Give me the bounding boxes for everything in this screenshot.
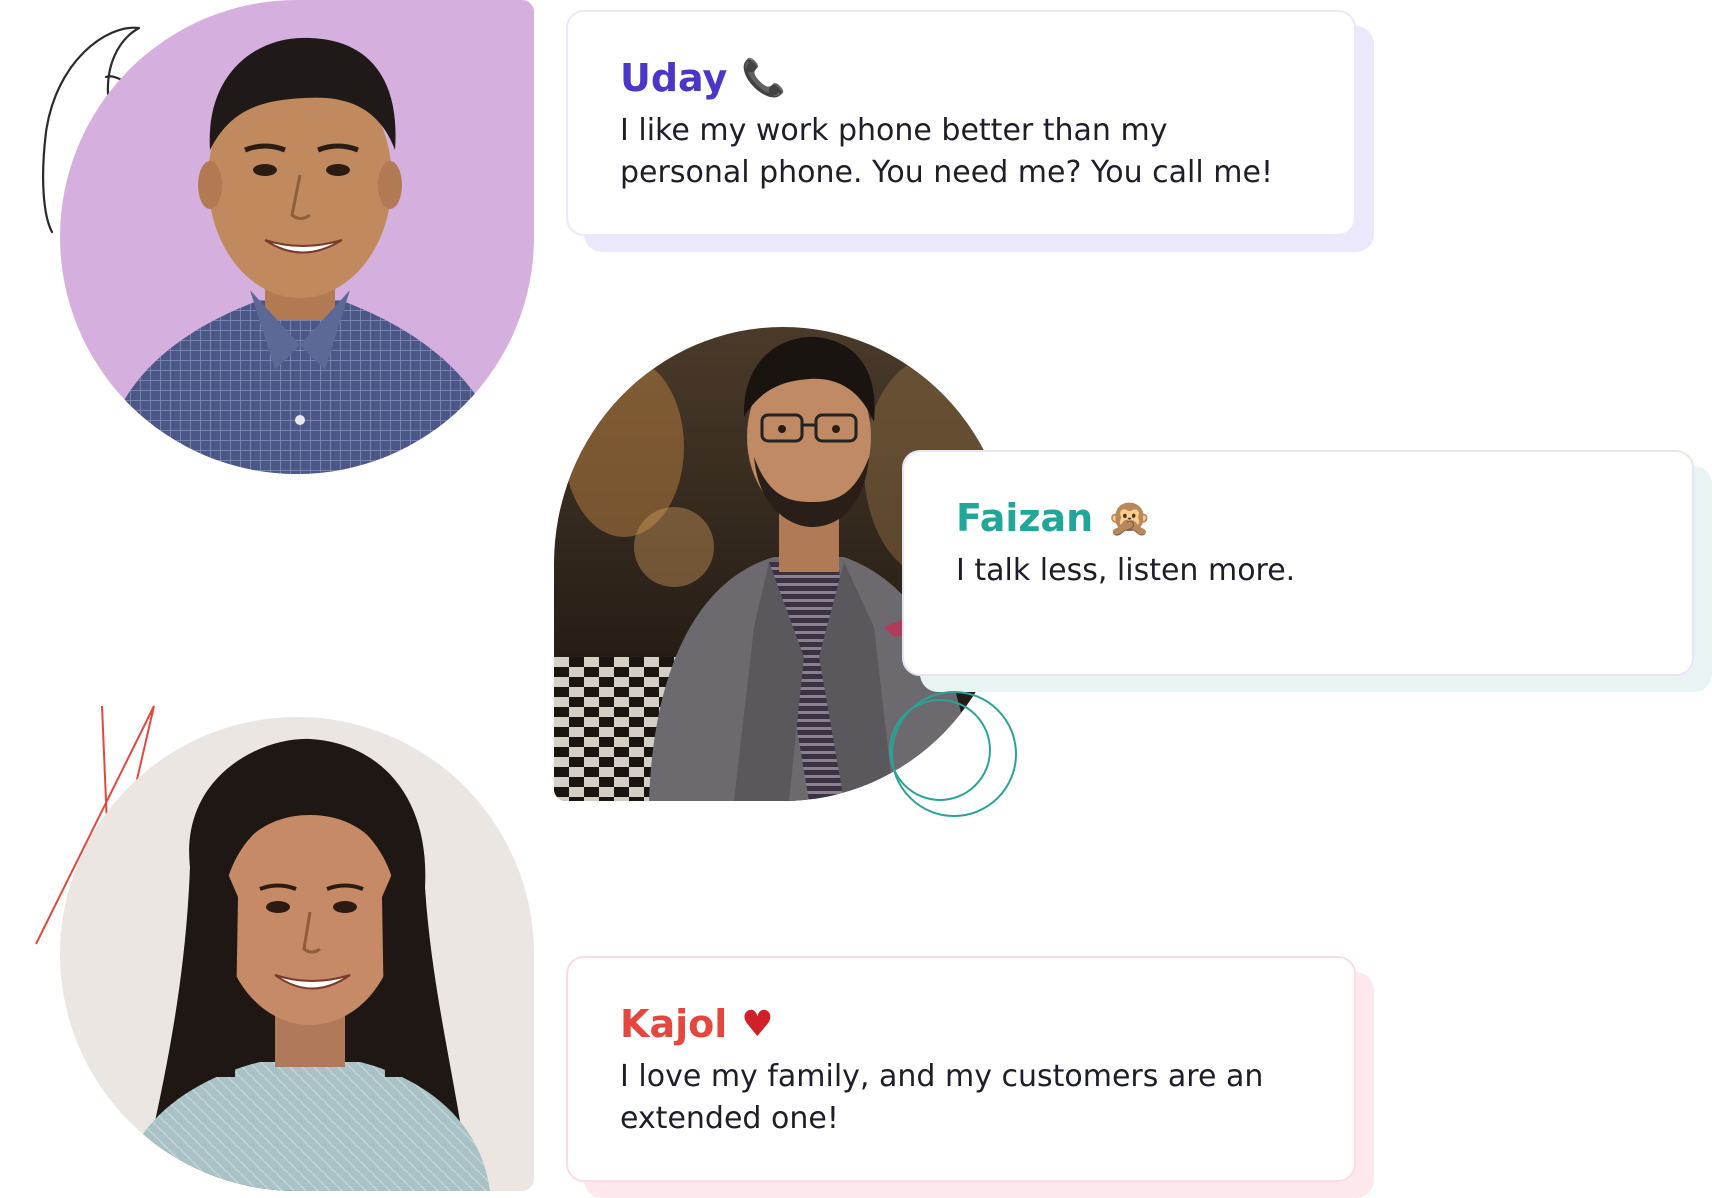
kajol-name: Kajol [620, 1002, 728, 1046]
testimonial-quote: I like my work phone better than my pers… [620, 112, 1273, 191]
faizan-name: Faizan [956, 496, 1094, 540]
heart-icon: ♥ [741, 1003, 774, 1045]
testimonial-quote: I love my family, and my customers are a… [620, 1058, 1264, 1137]
kajol-photo [60, 717, 534, 1191]
testimonial-card-faizan: Faizan 🙊 I talk less, listen more. [902, 450, 1694, 676]
uday-name: Uday [620, 56, 728, 100]
testimonial-card-uday: Uday 📞 I like my work phone better than … [566, 10, 1356, 236]
testimonial-name: Uday 📞 [620, 56, 1306, 102]
testimonial-card-kajol: Kajol ♥ I love my family, and my custome… [566, 956, 1356, 1182]
testimonial-name: Kajol ♥ [620, 1002, 1306, 1048]
uday-photo [60, 0, 534, 474]
testimonial-name: Faizan 🙊 [956, 496, 1644, 542]
speak-no-evil-monkey-icon: 🙊 [1107, 497, 1153, 539]
testimonial-quote: I talk less, listen more. [956, 552, 1296, 588]
telephone-icon: 📞 [741, 57, 787, 99]
